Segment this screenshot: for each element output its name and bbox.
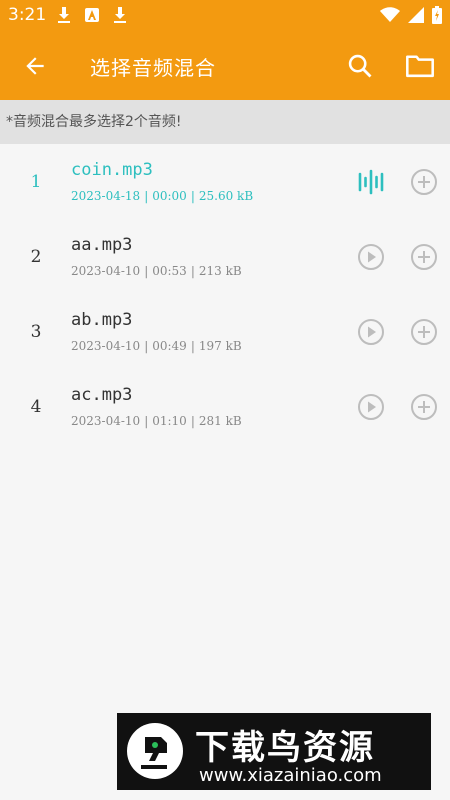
file-size: 25.60 kB bbox=[198, 189, 254, 203]
file-meta: 2023-04-10 | 00:49 | 197 kB bbox=[71, 339, 242, 353]
file-duration: 00:49 bbox=[152, 339, 187, 353]
separator: | bbox=[190, 414, 195, 428]
back-arrow-icon[interactable] bbox=[22, 53, 48, 79]
file-date: 2023-04-10 bbox=[71, 264, 141, 278]
row-index: 1 bbox=[30, 172, 42, 192]
watermark-url: www.xiazainiao.com bbox=[199, 765, 382, 786]
watermark-title: 下载鸟资源 bbox=[195, 728, 375, 768]
file-meta: 2023-04-10 | 00:53 | 213 kB bbox=[71, 264, 242, 278]
row-index: 3 bbox=[30, 322, 42, 342]
waveform-icon[interactable] bbox=[357, 168, 385, 196]
audio-row[interactable]: 2 aa.mp3 2023-04-10 | 00:53 | 213 kB bbox=[0, 219, 450, 294]
status-notification-icons bbox=[56, 6, 128, 24]
toolbar: 选择音频混合 bbox=[0, 32, 450, 100]
row-index: 4 bbox=[30, 397, 42, 417]
add-circle-icon[interactable] bbox=[410, 243, 438, 271]
folder-icon[interactable] bbox=[405, 52, 435, 80]
audio-file-list: 1 coin.mp3 2023-04-18 | 00:00 | 25.60 kB 2 a… bbox=[0, 144, 450, 444]
file-duration: 00:53 bbox=[152, 264, 187, 278]
play-circle-icon[interactable] bbox=[357, 318, 385, 346]
status-bar: 3:21 bbox=[0, 0, 450, 32]
file-duration: 01:10 bbox=[152, 414, 187, 428]
separator: | bbox=[144, 189, 149, 203]
watermark: 下载鸟资源 www.xiazainiao.com bbox=[117, 713, 431, 790]
download-icon bbox=[114, 7, 126, 23]
download-icon bbox=[58, 7, 70, 23]
file-size: 197 kB bbox=[198, 339, 242, 353]
file-date: 2023-04-18 bbox=[71, 189, 141, 203]
file-size: 213 kB bbox=[198, 264, 242, 278]
search-icon[interactable] bbox=[346, 52, 374, 80]
separator: | bbox=[190, 339, 195, 353]
file-date: 2023-04-10 bbox=[71, 414, 141, 428]
audio-row[interactable]: 4 ac.mp3 2023-04-10 | 01:10 | 281 kB bbox=[0, 369, 450, 444]
mix-limit-notice: *音频混合最多选择2个音频! bbox=[0, 100, 450, 144]
battery-icon bbox=[432, 6, 442, 24]
separator: | bbox=[144, 414, 149, 428]
file-name: ab.mp3 bbox=[71, 310, 133, 330]
file-size: 281 kB bbox=[198, 414, 242, 428]
file-duration: 00:00 bbox=[152, 189, 187, 203]
separator: | bbox=[144, 339, 149, 353]
audio-row[interactable]: 3 ab.mp3 2023-04-10 | 00:49 | 197 kB bbox=[0, 294, 450, 369]
play-circle-icon[interactable] bbox=[357, 243, 385, 271]
separator: | bbox=[190, 189, 195, 203]
play-circle-icon[interactable] bbox=[357, 393, 385, 421]
app-bar: 3:21 选择音频混合 bbox=[0, 0, 450, 100]
status-system-icons bbox=[380, 6, 442, 24]
add-circle-icon[interactable] bbox=[410, 393, 438, 421]
file-date: 2023-04-10 bbox=[71, 339, 141, 353]
wifi-icon bbox=[380, 7, 400, 22]
file-name: coin.mp3 bbox=[71, 160, 153, 180]
file-meta: 2023-04-18 | 00:00 | 25.60 kB bbox=[71, 189, 253, 203]
row-index: 2 bbox=[30, 247, 42, 267]
file-name: ac.mp3 bbox=[71, 385, 133, 405]
a-app-icon bbox=[85, 8, 99, 22]
separator: | bbox=[190, 264, 195, 278]
add-circle-icon[interactable] bbox=[410, 168, 438, 196]
separator: | bbox=[144, 264, 149, 278]
status-time: 3:21 bbox=[8, 5, 47, 25]
page-title: 选择音频混合 bbox=[90, 56, 216, 80]
file-meta: 2023-04-10 | 01:10 | 281 kB bbox=[71, 414, 242, 428]
audio-row[interactable]: 1 coin.mp3 2023-04-18 | 00:00 | 25.60 kB bbox=[0, 144, 450, 219]
signal-icon bbox=[408, 7, 424, 23]
bird-logo-icon bbox=[127, 723, 183, 779]
file-name: aa.mp3 bbox=[71, 235, 133, 255]
add-circle-icon[interactable] bbox=[410, 318, 438, 346]
